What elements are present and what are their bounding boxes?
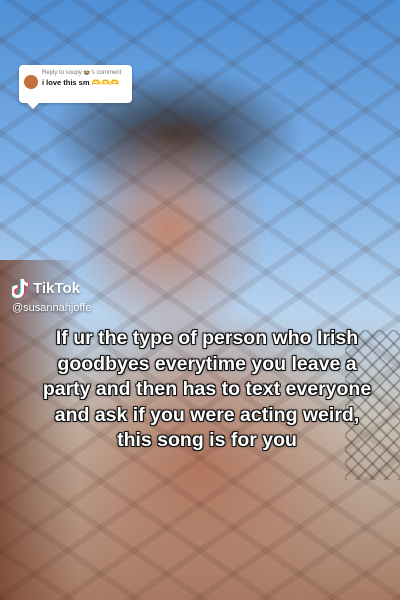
tiktok-watermark: TikTok — [12, 278, 80, 298]
commenter-avatar — [24, 75, 38, 89]
tiktok-brand: TikTok — [33, 279, 80, 297]
reply-header: Reply to soupy 🍲's comment — [42, 70, 122, 76]
creator-handle: @susannahjoffe — [12, 302, 92, 314]
tiktok-note-icon — [12, 278, 29, 298]
reply-text: i love this sm 🫶🫶🫶 — [42, 78, 120, 87]
video-caption: If ur the type of person who Irish goodb… — [42, 327, 372, 451]
reply-comment-sticker[interactable]: Reply to soupy 🍲's comment i love this s… — [19, 65, 132, 109]
